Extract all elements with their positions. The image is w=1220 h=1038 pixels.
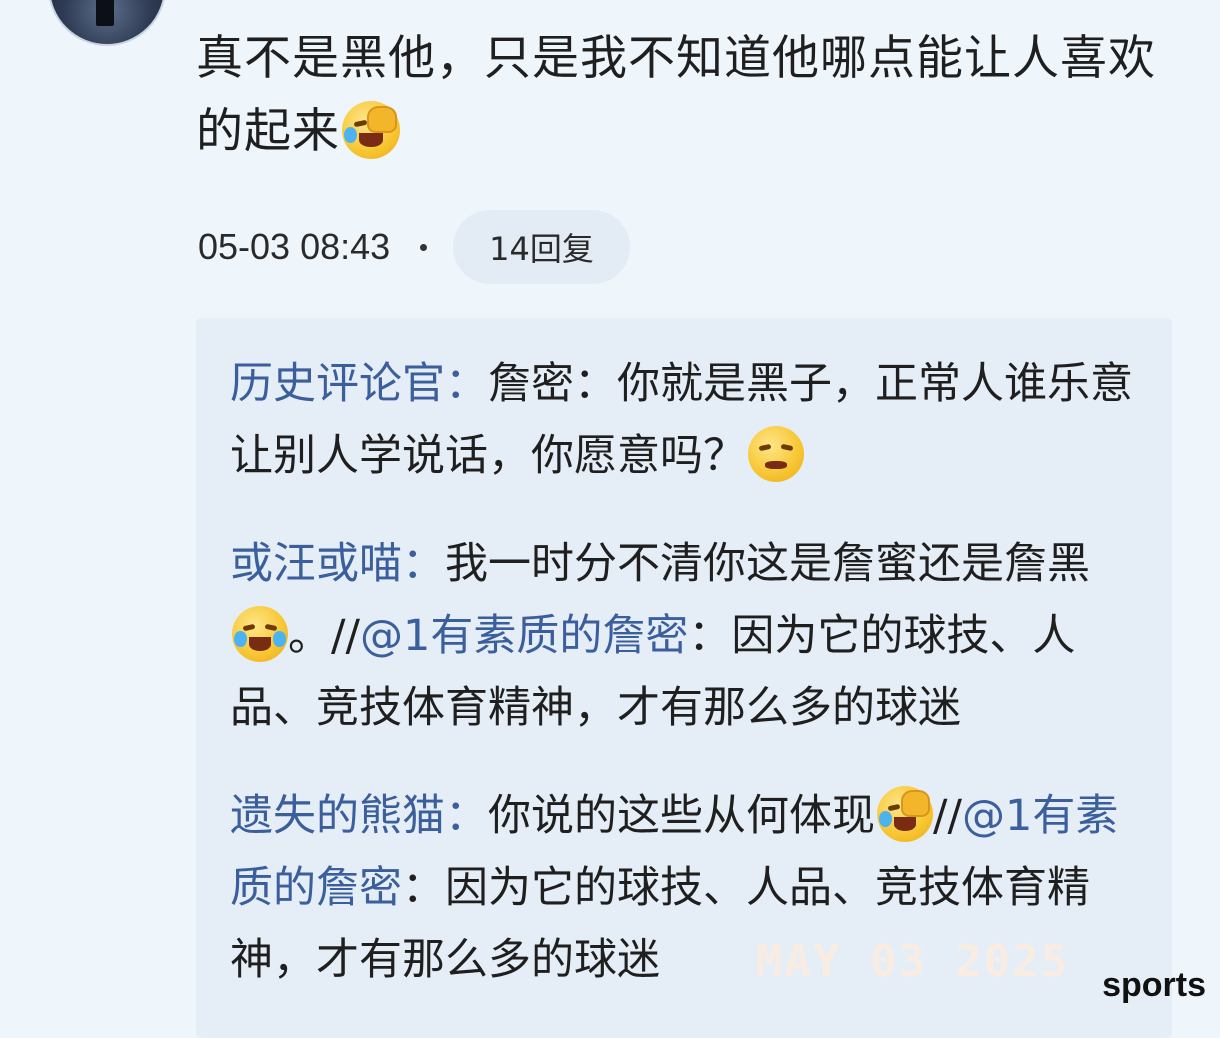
reply-item[interactable]: 历史评论官：詹密：你就是黑子，正常人谁乐意让别人学说话，你愿意吗？ — [230, 348, 1142, 492]
reply-author-separator: ： — [445, 791, 488, 841]
post-body: 真不是黑他，只是我不知道他哪点能让人喜欢的起来 — [196, 31, 1156, 159]
reply-author-separator: ： — [445, 359, 488, 409]
separator-dot — [420, 243, 428, 251]
timestamp: 05-03 08:43 — [198, 226, 391, 267]
post-text: 真不是黑他，只是我不知道他哪点能让人喜欢的起来 — [196, 22, 1186, 168]
reply-author[interactable]: 遗失的熊猫 — [230, 791, 445, 841]
brand-label: sports — [1102, 966, 1206, 1004]
post-meta: 05-03 08:43 14回复 — [198, 210, 630, 284]
reply-author[interactable]: 历史评论官 — [230, 359, 445, 409]
reply-count-button[interactable]: 14回复 — [453, 210, 630, 284]
reply-author-separator: ： — [402, 539, 445, 589]
mention-link[interactable]: @1有素质的詹密 — [360, 611, 688, 661]
crying-face-icon — [877, 786, 933, 842]
dizzy-face-icon — [748, 426, 804, 482]
reply-author[interactable]: 或汪或喵 — [230, 539, 402, 589]
mention-separator: ： — [688, 611, 732, 661]
reply-text-middle: // — [933, 791, 962, 841]
crying-face-icon — [342, 101, 400, 159]
reply-count-label: 14回复 — [489, 230, 594, 268]
reply-text: 你说的这些从何体现 — [488, 791, 875, 841]
tears-of-joy-icon — [232, 606, 288, 662]
avatar-figure — [96, 0, 114, 26]
reply-text-middle: 。// — [288, 611, 360, 661]
avatar[interactable] — [48, 0, 166, 46]
mention-separator: ： — [402, 863, 445, 913]
reply-item[interactable]: 或汪或喵：我一时分不清你这是詹蜜还是詹黑 。//@1有素质的詹密：因为它的球技、人… — [230, 528, 1142, 744]
reply-panel: 历史评论官：詹密：你就是黑子，正常人谁乐意让别人学说话，你愿意吗？ 或汪或喵：我… — [196, 318, 1172, 1038]
reply-text: 我一时分不清你这是詹蜜还是詹黑 — [445, 539, 1090, 589]
date-watermark: MAY 03 2025 — [756, 936, 1070, 987]
